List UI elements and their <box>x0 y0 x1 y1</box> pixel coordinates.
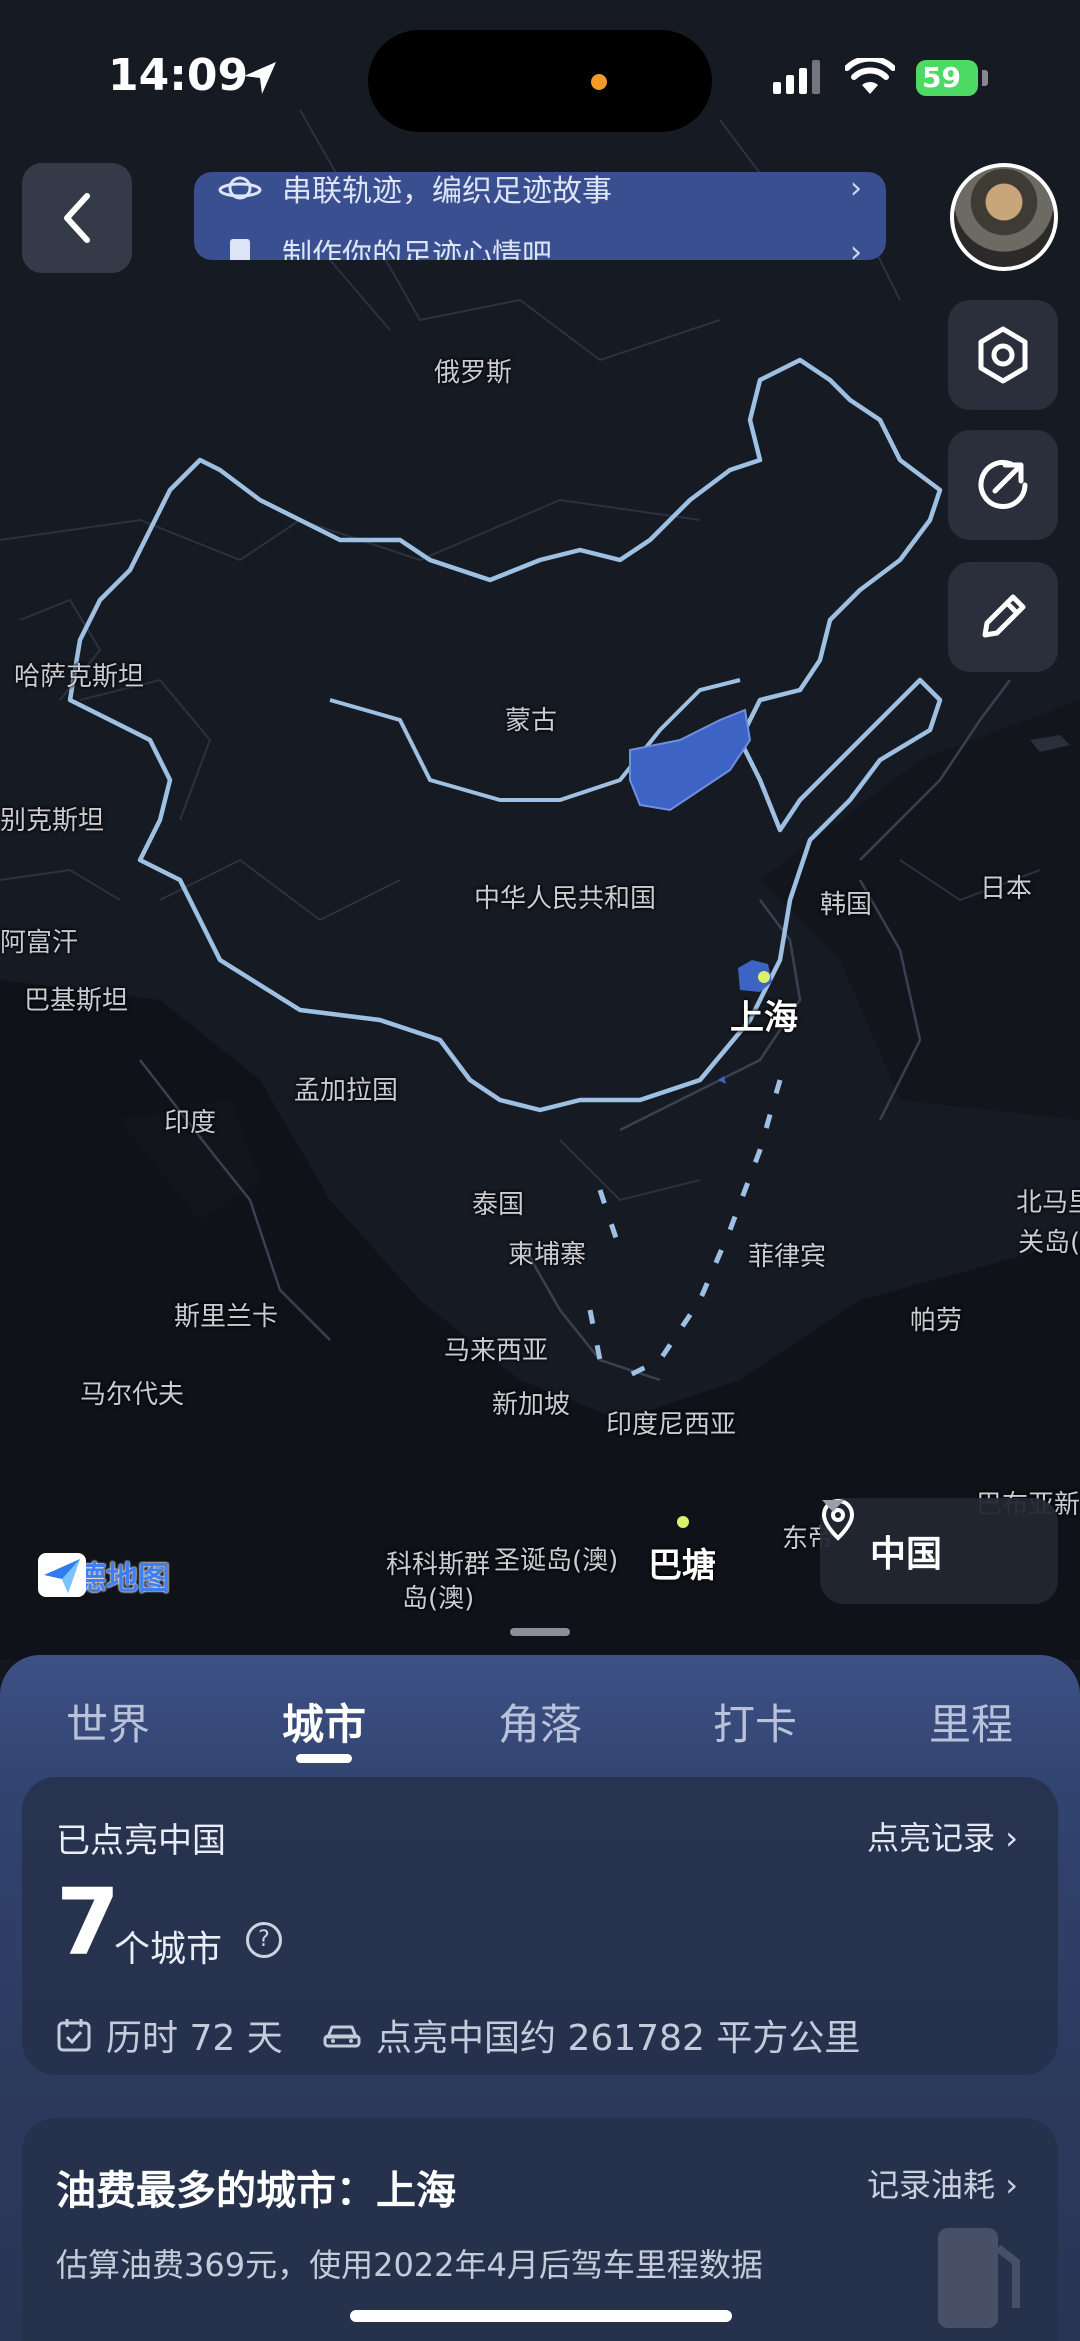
share-button[interactable] <box>948 430 1058 540</box>
lit-records-label: 点亮记录 <box>867 1819 996 1857</box>
fuel-records-label: 记录油耗 <box>867 2166 996 2204</box>
tab-city[interactable]: 城市 <box>282 1691 366 1752</box>
map-label-china: 中华人民共和国 <box>474 884 657 914</box>
city-count: 7 <box>56 1869 121 1976</box>
amap-logo-icon <box>38 1553 86 1597</box>
map-label-palau: 帕劳 <box>910 1306 963 1336</box>
status-bar: 14:09 59 <box>0 0 1080 150</box>
chevron-right-icon: › <box>850 172 862 206</box>
map-label-guam: 关岛(美 <box>1018 1228 1080 1258</box>
fuel-card: 油费最多的城市：上海 记录油耗 › 估算油费369元，使用2022年4月后驾车里… <box>22 2118 1058 2341</box>
chevron-right-icon: › <box>850 234 862 261</box>
privacy-indicator-dot <box>591 74 607 90</box>
promo-banner[interactable]: 串联轨迹，编织足迹故事 › 制作你的足迹心情吧 › <box>194 172 886 260</box>
fuel-pump-icon <box>938 2228 1020 2328</box>
map-label-malaysia: 马来西亚 <box>444 1336 549 1366</box>
battery-indicator: 59 <box>916 60 978 96</box>
edit-button[interactable] <box>948 562 1058 672</box>
map-label-srilanka: 斯里兰卡 <box>174 1302 279 1332</box>
map-label-batang[interactable]: 巴塘 <box>648 1538 716 1587</box>
lit-summary-card: 已点亮中国 点亮记录 › 7 个城市 ? 历时 72 天 点亮中国约 26178… <box>22 1777 1058 2075</box>
chevron-left-icon <box>64 193 90 243</box>
map-label-mongolia: 蒙古 <box>505 706 558 736</box>
help-icon[interactable]: ? <box>246 1922 282 1958</box>
lit-records-link[interactable]: 点亮记录 › <box>867 1813 1018 1859</box>
planet-icon <box>218 176 262 200</box>
user-avatar[interactable] <box>950 163 1058 271</box>
map-label-philippines: 菲律宾 <box>748 1242 827 1272</box>
map-label-russia: 俄罗斯 <box>434 358 513 388</box>
city-count-unit: 个城市 <box>114 1929 223 1970</box>
battery-cap <box>982 70 988 86</box>
banner-line-2: 制作你的足迹心情吧 <box>282 238 552 260</box>
area-text: 点亮中国约 261782 平方公里 <box>376 2018 861 2059</box>
dynamic-island <box>368 30 712 132</box>
map-label-n-mariana: 北马里 <box>1016 1188 1080 1218</box>
active-tab-indicator <box>296 1754 352 1763</box>
tab-mileage[interactable]: 里程 <box>929 1691 1013 1752</box>
battery-level: 59 <box>922 61 961 94</box>
status-time: 14:09 <box>108 50 249 101</box>
map-label-christmas: 圣诞岛(澳) <box>494 1546 619 1576</box>
map-label-uzbekistan: 别克斯坦 <box>0 806 105 836</box>
map-label-japan: 日本 <box>980 874 1033 904</box>
banner-line-1: 串联轨迹，编织足迹故事 <box>282 174 612 209</box>
map-label-afghanistan: 阿富汗 <box>0 928 79 958</box>
sheet-drag-handle[interactable] <box>510 1628 570 1636</box>
banner-item-trajectory[interactable]: 串联轨迹，编织足迹故事 › <box>218 172 862 210</box>
map-label-pakistan: 巴基斯坦 <box>24 986 129 1016</box>
area-stat: 点亮中国约 261782 平方公里 <box>322 2009 860 2061</box>
calendar-check-icon <box>57 2019 91 2052</box>
map-label-thailand: 泰国 <box>472 1190 525 1220</box>
map-label-kazakhstan: 哈萨克斯坦 <box>14 662 145 692</box>
map-label-cambodia: 柬埔寨 <box>508 1240 587 1270</box>
tab-world[interactable]: 世界 <box>66 1691 150 1752</box>
map-label-indonesia: 印度尼西亚 <box>606 1410 737 1440</box>
share-icon <box>978 460 1028 509</box>
fuel-records-link[interactable]: 记录油耗 › <box>867 2160 1018 2206</box>
duration-text: 历时 72 天 <box>106 2018 283 2059</box>
banner-item-mood[interactable]: 制作你的足迹心情吧 › <box>218 230 862 260</box>
map-label-bangladesh: 孟加拉国 <box>294 1076 399 1106</box>
region-selector-label: 中国 <box>870 1534 943 1575</box>
chevron-right-icon: › <box>1005 1819 1018 1857</box>
wifi-icon <box>845 58 895 94</box>
region-selector[interactable]: 中国 <box>820 1498 1058 1604</box>
map-label-cocos-2: 岛(澳) <box>402 1584 475 1614</box>
tab-bar: 世界 城市 角落 打卡 里程 <box>0 1655 1080 1775</box>
map-label-shanghai[interactable]: 上海 <box>730 990 798 1039</box>
fuel-card-title: 油费最多的城市：上海 <box>56 2168 456 2214</box>
home-indicator[interactable] <box>350 2310 732 2322</box>
settings-button[interactable] <box>948 300 1058 410</box>
hexagon-settings-icon <box>978 326 1028 384</box>
map-label-singapore: 新加坡 <box>492 1390 571 1420</box>
pencil-icon <box>982 594 1026 638</box>
map-label-korea: 韩国 <box>820 890 873 920</box>
document-icon <box>230 239 250 260</box>
map-label-maldives: 马尔代夫 <box>80 1380 185 1410</box>
back-button[interactable] <box>22 163 132 273</box>
tab-checkin[interactable]: 打卡 <box>713 1691 797 1752</box>
bottom-sheet: 世界 城市 角落 打卡 里程 已点亮中国 点亮记录 › 7 个城市 ? 历时 7… <box>0 1655 1080 2341</box>
chevron-right-icon: › <box>1005 2166 1018 2204</box>
duration-stat: 历时 72 天 <box>56 2009 283 2061</box>
location-arrow-icon <box>244 62 276 94</box>
car-icon <box>323 2025 361 2048</box>
map-label-india: 印度 <box>164 1108 217 1138</box>
map-label-cocos-1: 科科斯群 <box>386 1550 491 1580</box>
cellular-signal-icon <box>773 60 820 94</box>
amap-logo: 高德地图 <box>38 1553 170 1599</box>
summary-title: 已点亮中国 <box>56 1821 226 1861</box>
caret-down-icon <box>822 1500 844 1512</box>
tab-corner[interactable]: 角落 <box>498 1691 582 1752</box>
fuel-card-description: 估算油费369元，使用2022年4月后驾车里程数据 <box>56 2246 763 2284</box>
